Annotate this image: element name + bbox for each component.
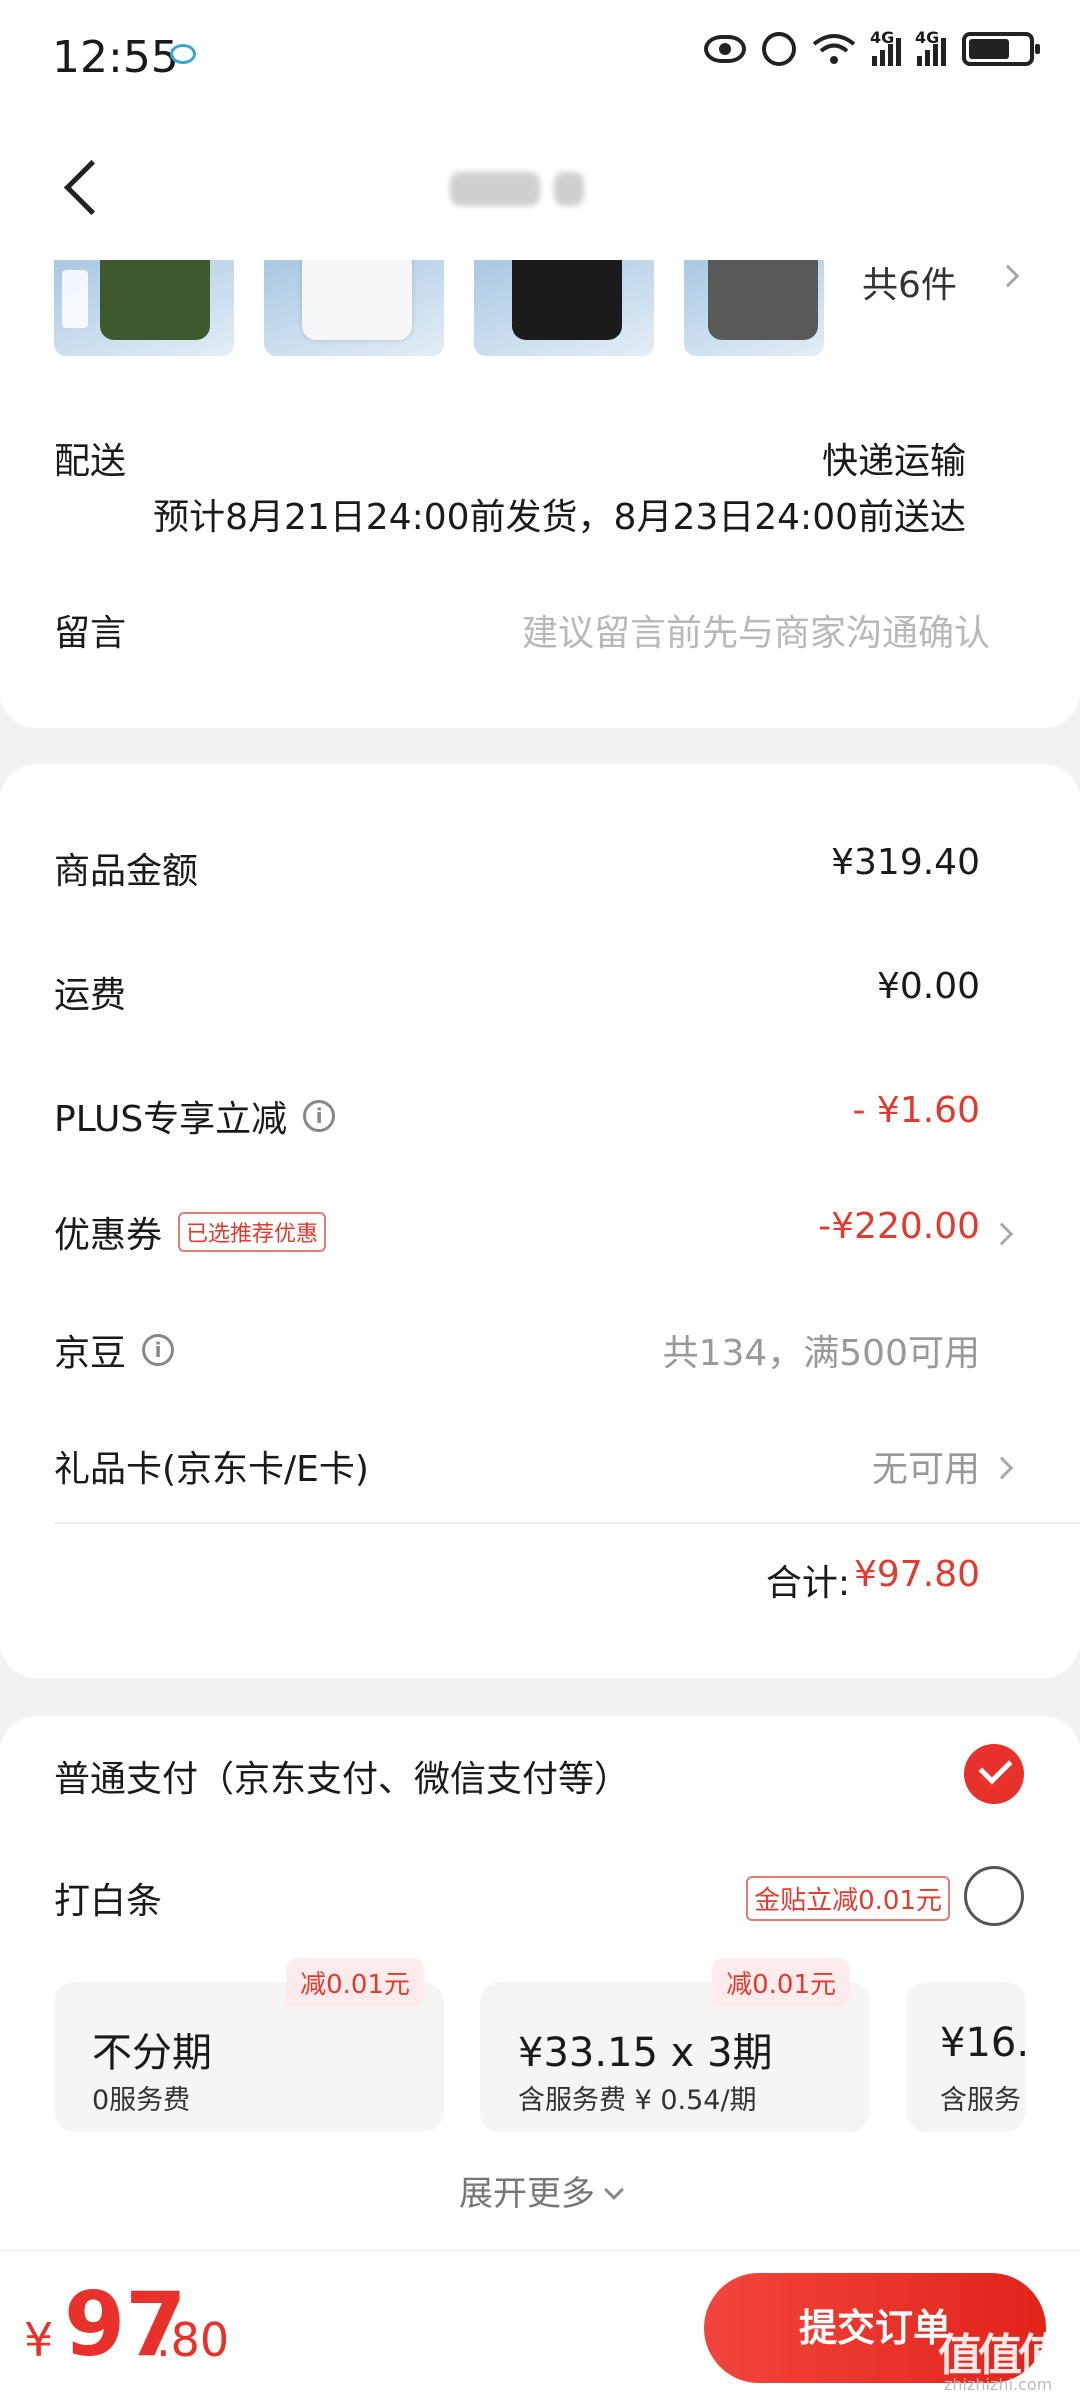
shipping-label: 运费	[54, 975, 127, 1016]
coupon-label: 优惠券	[54, 1215, 163, 1256]
bottom-bar: ¥ 97 .80 提交订单 值值值 zhizhizhi.com	[0, 2250, 1080, 2400]
alarm-icon	[762, 32, 796, 66]
pay-amount-decimal: .80	[156, 2313, 230, 2367]
coupon-row[interactable]: 优惠券 已选推荐优惠 -¥220.00	[0, 1206, 1080, 1266]
page-title-redacted	[450, 166, 610, 212]
giftcard-label: 礼品卡(京东卡/E卡)	[54, 1449, 369, 1490]
plan-title: ¥33.15 x 3期	[518, 2030, 773, 2076]
plan-fee: 含服务费 ¥ 0.54/期	[518, 2085, 757, 2116]
shirt-image	[512, 260, 622, 340]
plan-fee: 含服务	[940, 2085, 1021, 2116]
order-card: 共6件 配送 快递运输 预计8月21日24:00前发货，8月23日24:00前送…	[0, 260, 1080, 728]
giftcard-row[interactable]: 礼品卡(京东卡/E卡) 无可用	[0, 1440, 1080, 1500]
goods-amount-label: 商品金额	[54, 851, 199, 892]
total-row: 合计: ¥97.80	[766, 1554, 980, 1606]
chevron-right-icon[interactable]	[996, 264, 1020, 288]
back-button[interactable]	[54, 148, 114, 228]
signal-label: 4G	[870, 28, 895, 47]
shirt-image	[302, 260, 412, 340]
plan-fee: 0服务费	[92, 2085, 191, 2116]
message-input[interactable]: 建议留言前先与商家沟通确认	[522, 604, 990, 656]
plus-discount-label-wrap: PLUS专享立减 i	[54, 1090, 336, 1142]
total-label: 合计:	[765, 1563, 851, 1604]
pay-currency: ¥	[24, 2313, 54, 2367]
baitiao-label[interactable]: 打白条	[54, 1872, 162, 1924]
nav-bar	[0, 120, 1080, 260]
battery-icon	[962, 32, 1040, 66]
status-time: 12:55	[52, 32, 179, 83]
shipping-row: 运费 ¥0.00	[0, 966, 1080, 1026]
beans-value: 共134，满500可用	[662, 1333, 980, 1374]
plus-discount-row: PLUS专享立减 i - ¥1.60	[0, 1090, 1080, 1150]
installment-plans: 减0.01元 不分期 0服务费 减0.01元 ¥33.15 x 3期 含服务费 …	[54, 1958, 1026, 2132]
redacted-text	[554, 172, 584, 206]
payment-card: 普通支付（京东支付、微信支付等） 打白条 金贴立减0.01元 减0.01元 不分…	[0, 1716, 1080, 2250]
product-thumbnail[interactable]	[54, 260, 234, 356]
beans-row: 京豆 i 共134，满500可用	[0, 1324, 1080, 1384]
chat-notification-icon	[170, 44, 196, 64]
eye-icon	[704, 35, 746, 63]
watermark-url: zhizhizhi.com	[944, 2375, 1053, 2394]
product-thumbnail[interactable]	[264, 260, 444, 356]
status-bar: 12:55 4G 4G	[0, 0, 1080, 120]
product-badge-image	[62, 270, 88, 328]
checkmark-radio-icon[interactable]	[964, 1744, 1024, 1804]
message-label: 留言	[54, 613, 127, 654]
coupon-tag: 已选推荐优惠	[178, 1212, 327, 1252]
plus-discount-label: PLUS专享立减	[54, 1099, 288, 1140]
signal-icon: 4G	[915, 28, 946, 66]
shirt-image	[708, 260, 818, 340]
plan-discount-badge: 减0.01元	[286, 1958, 424, 2007]
item-count[interactable]: 共6件	[862, 256, 957, 308]
plan-title: 不分期	[92, 2030, 212, 2076]
signal-label: 4G	[915, 28, 940, 47]
beans-label: 京豆	[54, 1333, 127, 1374]
plus-discount-value: - ¥1.60	[852, 1090, 981, 1131]
shipping-value: ¥0.00	[876, 966, 980, 1007]
delivery-estimate: 预计8月21日24:00前发货，8月23日24:00前送达	[153, 497, 966, 538]
coupon-label-wrap: 优惠券 已选推荐优惠	[54, 1206, 327, 1258]
chevron-right-icon[interactable]	[990, 1222, 1014, 1246]
price-card: 商品金额 ¥319.40 运费 ¥0.00 PLUS专享立减 i - ¥1.60…	[0, 764, 1080, 1678]
radio-icon[interactable]	[964, 1866, 1024, 1926]
delivery-method[interactable]: 快递运输	[822, 432, 966, 484]
expand-more-button[interactable]: 展开更多	[0, 2166, 1080, 2215]
product-thumbnail[interactable]	[474, 260, 654, 356]
normal-payment-label[interactable]: 普通支付（京东支付、微信支付等）	[54, 1750, 630, 1802]
redacted-text	[450, 172, 540, 206]
plan-discount-badge: 减0.01元	[712, 1958, 850, 2007]
giftcard-value[interactable]: 无可用	[872, 1440, 980, 1492]
goods-amount-value: ¥319.40	[831, 842, 980, 883]
coupon-value[interactable]: -¥220.00	[818, 1206, 980, 1247]
delivery-label: 配送	[54, 441, 127, 482]
watermark: 值值值	[938, 2330, 1062, 2381]
product-thumbnails[interactable]	[54, 260, 824, 356]
signal-icon: 4G	[870, 28, 901, 66]
wifi-icon	[812, 34, 856, 64]
total-value: ¥97.80	[854, 1554, 980, 1595]
divider	[54, 1522, 1080, 1524]
info-icon[interactable]: i	[303, 1100, 336, 1132]
chevron-down-icon	[604, 2180, 624, 2200]
baitiao-promo-tag: 金贴立减0.01元	[746, 1876, 950, 1921]
product-thumbnail[interactable]	[684, 260, 824, 356]
goods-amount-row: 商品金额 ¥319.40	[0, 842, 1080, 902]
shirt-image	[100, 260, 210, 340]
installment-plan[interactable]: ¥16. 含服务	[906, 1982, 1026, 2132]
plan-title: ¥16.	[940, 2020, 1026, 2066]
chevron-right-icon[interactable]	[990, 1456, 1014, 1480]
beans-label-wrap: 京豆 i	[54, 1324, 175, 1376]
installment-plan[interactable]: 减0.01元 ¥33.15 x 3期 含服务费 ¥ 0.54/期	[480, 1958, 870, 2132]
info-icon[interactable]: i	[142, 1334, 175, 1366]
expand-more-label: 展开更多	[459, 2174, 595, 2214]
status-icons: 4G 4G	[704, 28, 1040, 66]
installment-plan[interactable]: 减0.01元 不分期 0服务费	[54, 1958, 444, 2132]
